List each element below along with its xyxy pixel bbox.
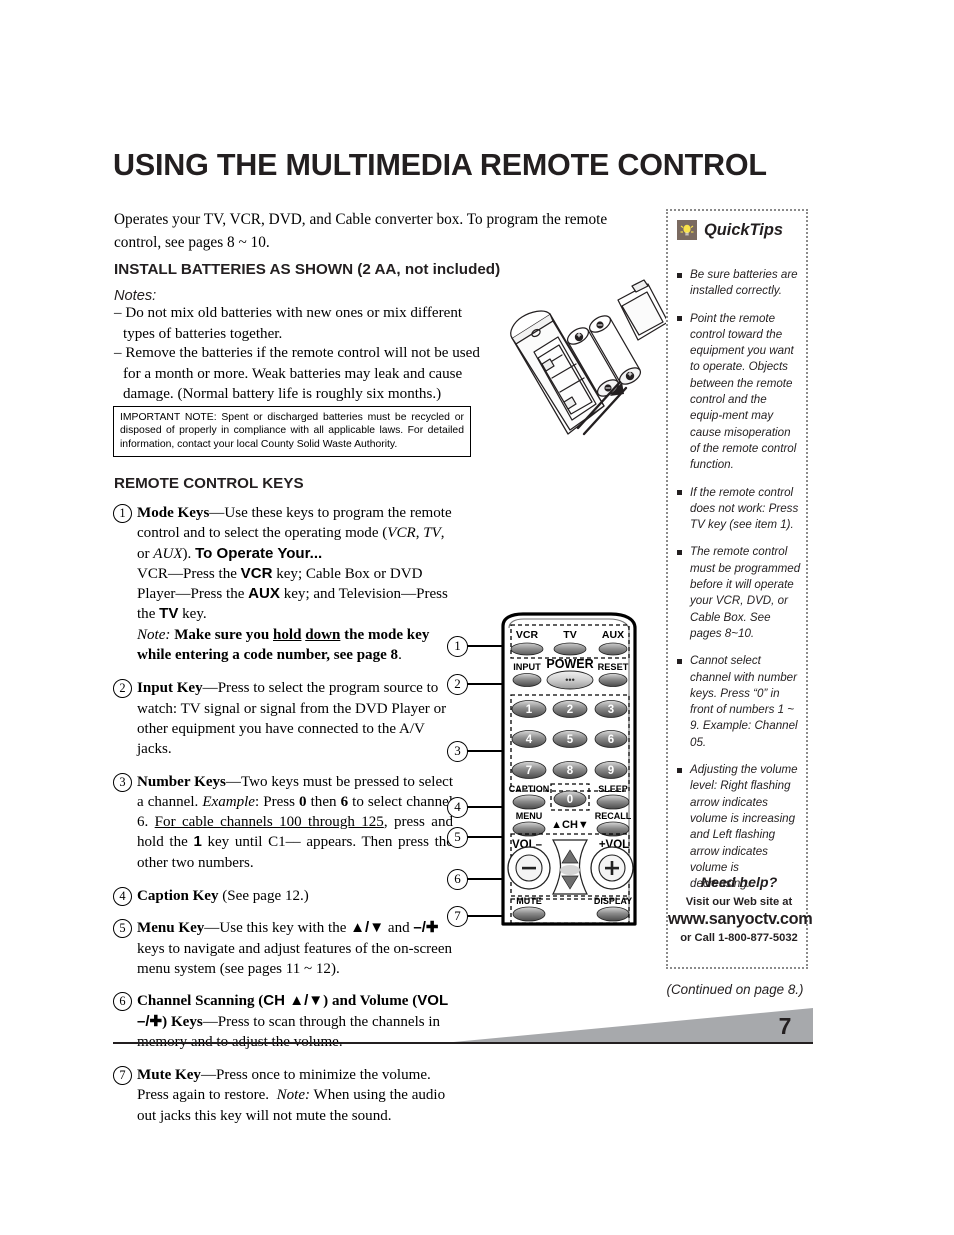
svg-text:•••: ••• [565,675,574,685]
page-title: USING THE MULTIMEDIA REMOTE CONTROL [113,148,767,182]
svg-text:POWER: POWER [546,657,593,671]
svg-text:SLEEP: SLEEP [598,784,628,794]
svg-text:1: 1 [526,704,533,716]
key-item-1-number: 1 [113,504,132,523]
need-help-block: Need help? Visit our Web site at www.san… [668,875,813,944]
svg-text:INPUT: INPUT [513,662,541,672]
note-item-1: – Do not mix old batteries with new ones… [114,305,463,342]
document-page: USING THE MULTIMEDIA REMOTE CONTROL Oper… [0,0,954,1235]
svg-text:8: 8 [567,765,574,777]
quicktips-title: QuickTips [704,220,783,239]
key-item-1: 1 Mode Keys—Use these keys to program th… [113,503,453,665]
svg-text:TV: TV [563,629,576,641]
remote-body-graphic: VCR TV AUX INPUT POWER RESET ••• 1 2 3 4… [501,612,637,926]
need-help-line1: Visit our Web site at [685,896,793,908]
svg-text:RECALL: RECALL [595,811,632,821]
svg-text:5: 5 [567,734,574,746]
battery-installation-illustration [492,278,672,470]
callout-2: 2 [447,674,468,695]
quicktip-item-6: Adjusting the volume level: Right flashi… [677,762,801,892]
bullet-icon [677,272,682,278]
svg-text:3: 3 [608,704,614,716]
callout-7: 7 [447,906,468,927]
svg-text:MENU: MENU [516,811,543,821]
quicktip-6-text: Adjusting the volume level: Right flashi… [690,763,798,891]
callout-6: 6 [447,869,468,890]
remote-control-keys-heading: REMOTE CONTROL KEYS [114,475,304,492]
svg-text:CAPTION: CAPTION [509,784,550,794]
svg-text:0: 0 [567,794,573,806]
svg-text:▲CH▼: ▲CH▼ [551,819,589,831]
quicktips-sidebar: QuickTips Be sure batteries are installe… [666,209,813,969]
svg-text:DISPLAY: DISPLAY [594,896,632,906]
key-item-7-number: 7 [113,1066,132,1086]
bullet-icon [677,767,682,773]
quicktip-4-text: The remote control must be programmed be… [690,545,801,640]
important-note-box: IMPORTANT NOTE: Spent or discharged batt… [113,406,471,457]
quicktips-header: QuickTips [677,220,783,240]
quicktip-item-5: Cannot select channel with number keys. … [677,653,801,751]
note-item-2: – Remove the batteries if the remote con… [114,345,480,403]
website-link[interactable]: www.sanyoctv.com [668,910,813,929]
need-help-title: Need help? [700,875,778,891]
quicktip-item-3: If the remote control does not work: Pre… [677,485,801,534]
key-item-4: 4 Caption Key (See page 12.) [113,886,453,907]
key-item-7: 7 Mute Key—Press once to minimize the vo… [113,1065,453,1126]
key-item-4-number: 4 [113,887,132,907]
svg-text:7: 7 [526,765,532,777]
quicktip-item-2: Point the remote control toward the equi… [677,311,801,474]
footer-rule [113,1042,813,1045]
key-item-2: 2 Input Key—Press to select the program … [113,678,453,759]
quicktips-list: Be sure batteries are installed correctl… [677,267,801,903]
key-item-2-number: 2 [113,679,132,699]
need-help-phone: or Call 1-800-877-5032 [680,932,798,944]
key-item-3-number: 3 [113,772,132,792]
bullet-icon [677,316,682,322]
svg-text:RESET: RESET [598,662,629,672]
intro-paragraph: Operates your TV, VCR, DVD, and Cable co… [114,211,608,251]
callout-5: 5 [447,827,468,848]
svg-text:AUX: AUX [602,629,624,641]
note-1-text: Do not mix old batteries with new ones o… [123,305,463,342]
bullet-icon [677,658,682,664]
quicktip-3-text: If the remote control does not work: Pre… [690,485,799,532]
quicktip-2-text: Point the remote control toward the equi… [690,311,797,472]
key-item-5-number: 5 [113,919,132,939]
continued-note: (Continued on page 8.) [666,982,804,997]
quicktip-item-4: The remote control must be programmed be… [677,544,801,642]
lightbulb-icon [677,220,697,240]
svg-text:4: 4 [526,734,533,746]
svg-text:2: 2 [567,704,573,716]
notes-label: Notes: [114,288,157,304]
note-2-text: Remove the batteries if the remote contr… [123,345,480,403]
key-item-5: 5 Menu Key—Use this key with the ▲/▼ and… [113,918,453,979]
svg-text:6: 6 [608,734,614,746]
callout-3: 3 [447,741,468,762]
key-item-3: 3 Number Keys—Two keys must be pressed t… [113,772,453,873]
footer-wedge [113,1008,813,1043]
svg-text:MUTE: MUTE [516,896,542,906]
callout-4: 4 [447,797,468,818]
bullet-icon [677,549,682,555]
remote-control-diagram: 1 2 3 4 5 6 7 VCR TV AUX INPUT POWER RES… [445,612,670,927]
bullet-icon [677,490,682,496]
callout-1: 1 [447,636,468,657]
quicktip-5-text: Cannot select channel with number keys. … [690,654,798,749]
svg-text:VCR: VCR [516,629,539,641]
install-batteries-heading: INSTALL BATTERIES AS SHOWN (2 AA, not in… [114,261,501,278]
quicktip-item-1: Be sure batteries are installed correctl… [677,267,801,300]
page-number: 7 [778,1013,792,1039]
quicktip-1-text: Be sure batteries are installed correctl… [690,268,798,298]
svg-text:9: 9 [608,765,614,777]
